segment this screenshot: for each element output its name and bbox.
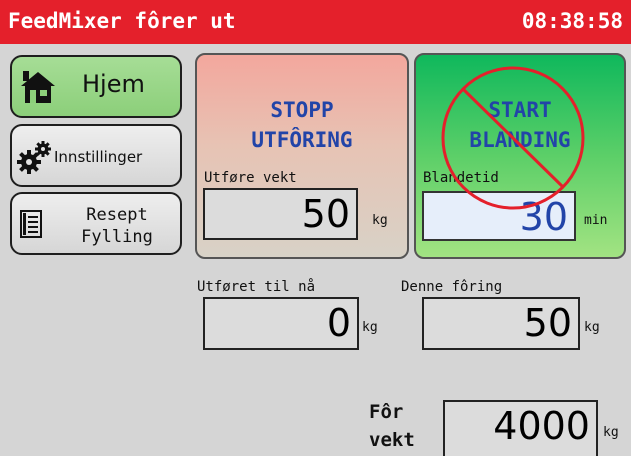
feed-weight-value: 4000 — [493, 404, 590, 448]
stop-line1: STOPP — [270, 98, 334, 122]
feed-out-weight-field[interactable]: 50 — [203, 188, 358, 240]
feed-weight-label: Fôr vekt — [369, 398, 415, 454]
fed-so-far-label: Utføret til nå — [197, 279, 316, 295]
feed-weight-unit: kg — [603, 425, 619, 440]
feed-weight-field: 4000 — [443, 400, 598, 456]
this-feeding-label: Denne fôring — [401, 279, 503, 295]
recipe-label-line2: Fylling — [81, 227, 153, 247]
this-feeding-unit: kg — [584, 320, 600, 335]
app-title: FeedMixer fôrer ut — [8, 9, 236, 33]
mixing-time-unit: min — [584, 213, 608, 228]
feed-out-weight-label: Utføre vekt — [204, 170, 297, 186]
feed-out-weight-unit: kg — [372, 213, 388, 228]
this-feeding-field: 50 — [422, 297, 580, 350]
fed-so-far-unit: kg — [362, 320, 378, 335]
stop-feeding-button-label: STOPP UTFÔRING — [197, 95, 407, 155]
recipe-label-line1: Resept — [86, 205, 148, 225]
document-icon — [20, 210, 42, 242]
stop-line2: UTFÔRING — [251, 128, 353, 152]
clock: 08:38:58 — [521, 9, 623, 33]
house-icon — [20, 69, 56, 109]
stop-feeding-panel[interactable]: STOPP UTFÔRING Utføre vekt 50 kg — [195, 53, 409, 259]
feed-out-weight-value: 50 — [301, 192, 350, 236]
settings-label: Innstillinger — [54, 148, 143, 166]
fed-so-far-value: 0 — [326, 301, 351, 345]
fed-so-far-field: 0 — [203, 297, 359, 350]
home-button[interactable]: Hjem — [10, 55, 182, 118]
feed-weight-label-line2: vekt — [369, 429, 415, 451]
recipe-fill-button[interactable]: Resept Fylling — [10, 192, 182, 255]
this-feeding-value: 50 — [523, 301, 572, 345]
title-bar: FeedMixer fôrer ut 08:38:58 — [0, 0, 631, 44]
gears-icon — [17, 139, 53, 179]
start-mixing-panel[interactable]: START BLANDING Blandetid 30 min — [414, 53, 626, 259]
home-label: Hjem — [82, 70, 145, 98]
settings-button[interactable]: Innstillinger — [10, 124, 182, 187]
prohibited-icon — [441, 66, 585, 210]
recipe-label: Resept Fylling — [67, 204, 167, 248]
feed-weight-label-line1: Fôr — [369, 401, 404, 423]
